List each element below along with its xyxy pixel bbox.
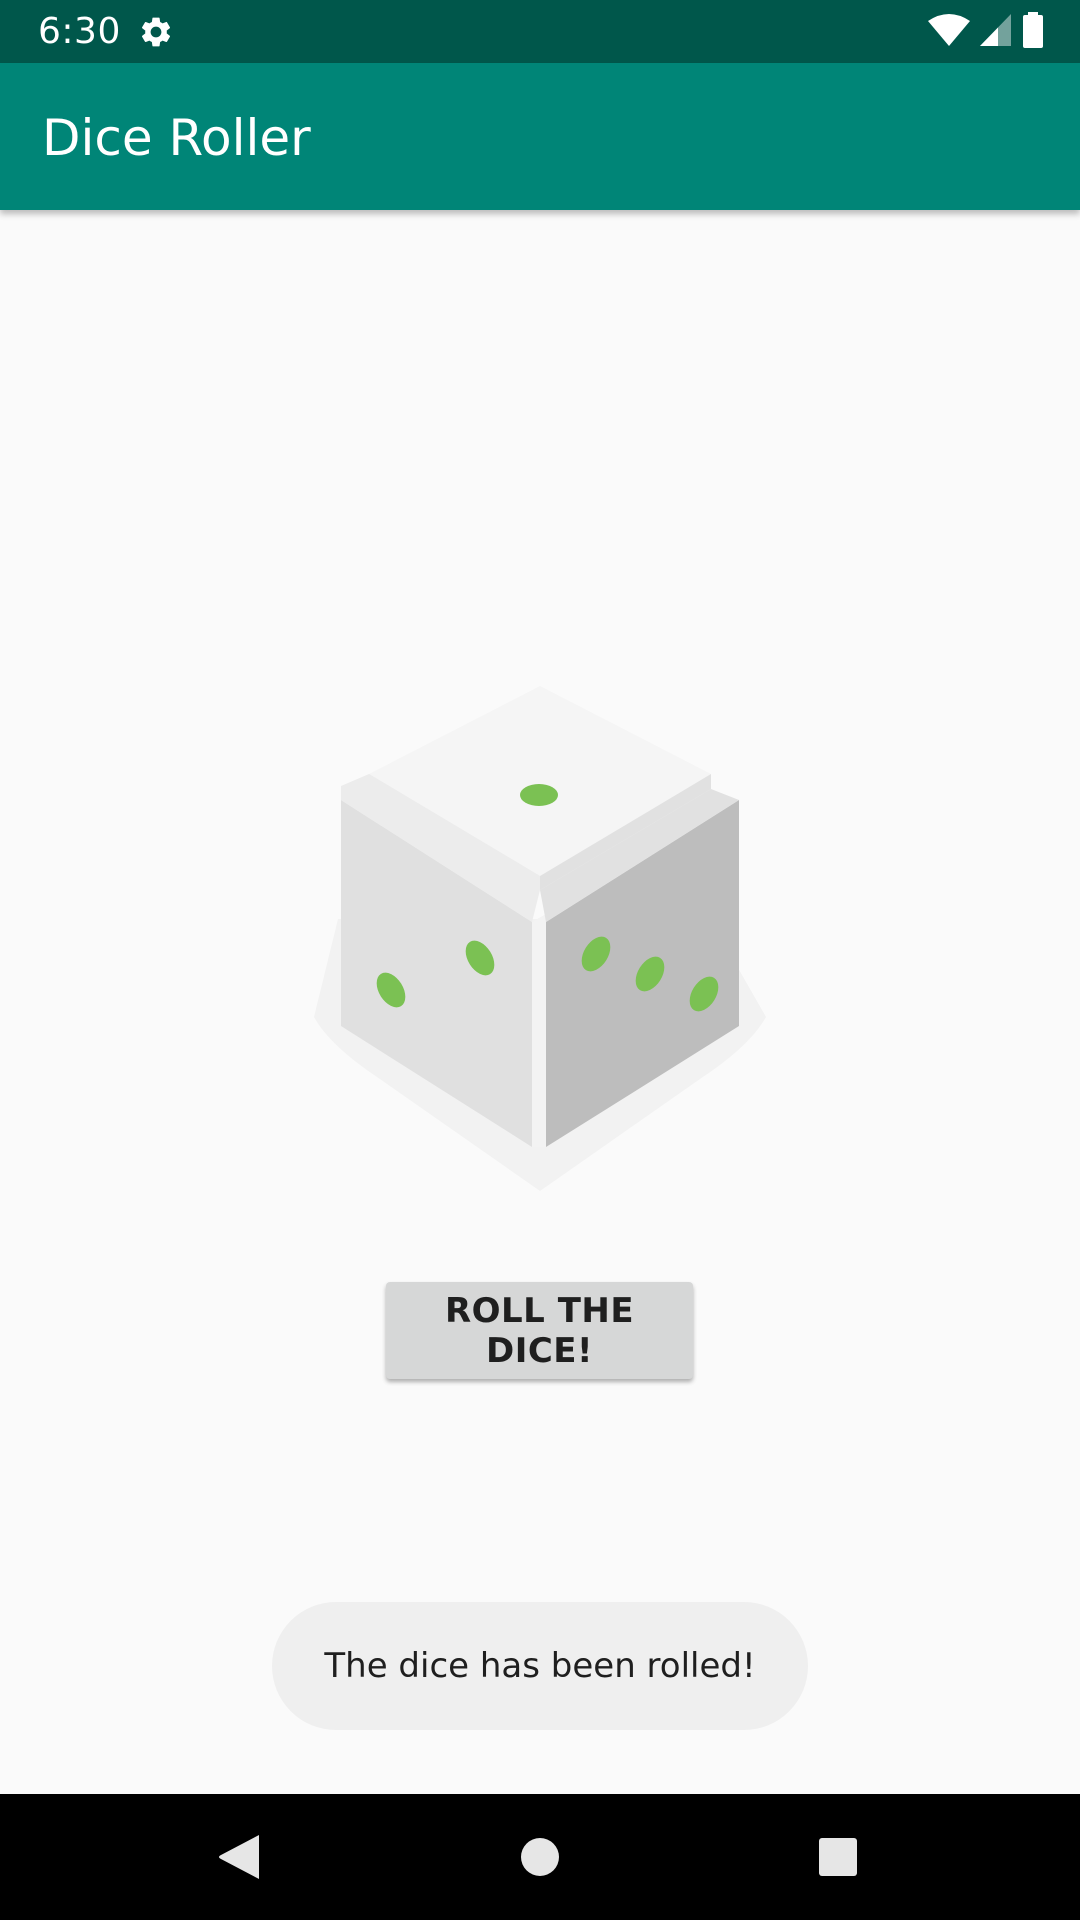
navigation-bar xyxy=(0,1794,1080,1920)
cell-signal-icon xyxy=(980,13,1012,51)
home-icon[interactable] xyxy=(507,1824,573,1890)
back-icon[interactable] xyxy=(206,1824,272,1890)
toast: The dice has been rolled! xyxy=(272,1602,808,1730)
app-title: Dice Roller xyxy=(42,109,311,167)
wifi-icon xyxy=(928,13,970,51)
status-icons xyxy=(928,12,1044,52)
app-bar: Dice Roller xyxy=(0,63,1080,210)
recents-icon[interactable] xyxy=(805,1824,871,1890)
roll-dice-button[interactable]: ROLL THE DICE! xyxy=(386,1282,693,1379)
battery-icon xyxy=(1022,12,1044,52)
dice-icon xyxy=(314,686,766,1191)
status-bar: 6:30 xyxy=(0,0,1080,63)
status-time: 6:30 xyxy=(38,11,121,52)
dice-image xyxy=(310,686,770,1191)
gear-icon xyxy=(138,14,174,50)
toast-message: The dice has been rolled! xyxy=(324,1646,756,1686)
